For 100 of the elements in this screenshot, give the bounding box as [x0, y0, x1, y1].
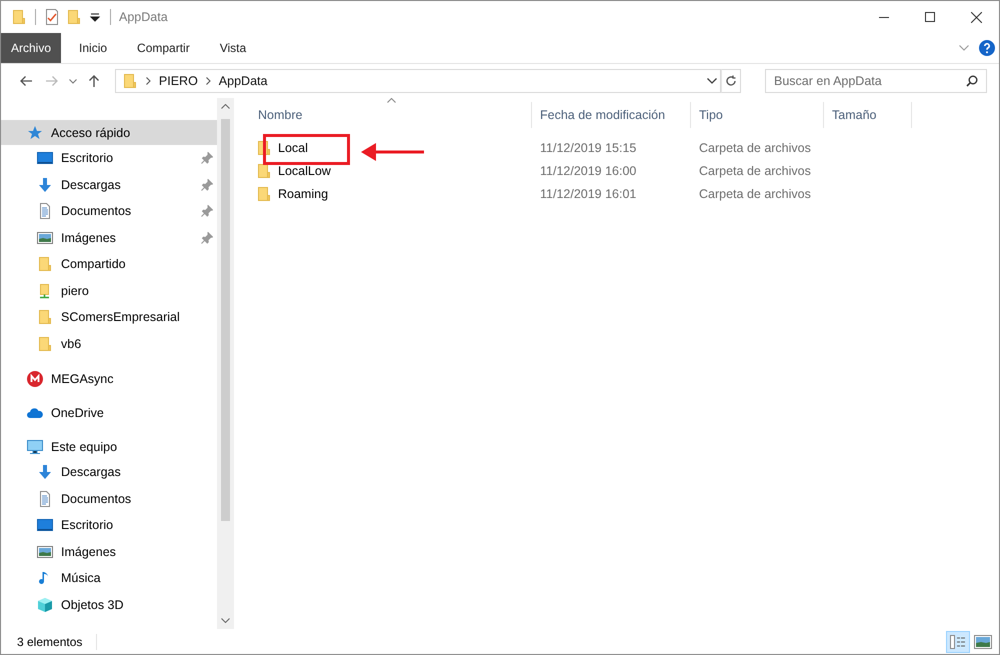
nav-label: Documentos — [61, 204, 132, 218]
nav-item[interactable]: Documentos — [1, 198, 217, 224]
window-title: AppData — [119, 10, 168, 24]
file-name: LocalLow — [278, 164, 331, 178]
nav-item[interactable]: Escritorio — [1, 512, 217, 538]
nav-label: Imágenes — [61, 544, 116, 559]
chevron-icon — [206, 77, 211, 85]
column-label: Tamaño — [832, 108, 876, 122]
nav-item[interactable]: Este equipo — [1, 434, 217, 459]
picture-icon — [37, 230, 53, 246]
date-cell-text: 11/12/2019 16:01 — [539, 186, 638, 200]
document-icon — [37, 490, 53, 507]
chevron-icon — [146, 77, 151, 85]
file-row[interactable]: Local 11/12/2019 15:15 Carpeta de archivos — [250, 136, 999, 159]
file-row[interactable]: LocalLow 11/12/2019 16:00 Carpeta de archivos — [250, 159, 999, 182]
type-cell-text: Carpeta de archivos — [698, 164, 812, 178]
type-cell-text: Carpeta de archivos — [698, 140, 812, 154]
nav-label: Acceso rápido — [51, 126, 130, 140]
folder-icon — [11, 9, 27, 25]
toolbar-button[interactable] — [44, 9, 60, 25]
nav-item[interactable]: Imágenes — [1, 538, 217, 565]
nav-label: SComersEmpresarial — [61, 310, 180, 324]
file-tab[interactable]: Archivo — [1, 33, 62, 63]
monitor-icon — [27, 438, 43, 454]
nav-item[interactable]: OneDrive — [1, 400, 217, 425]
item-count: 3 elementos — [17, 634, 82, 648]
sort-caret-icon — [386, 98, 396, 103]
nav-item[interactable]: Compartido — [1, 251, 217, 278]
nav-item[interactable]: Documentos — [1, 486, 217, 512]
column-label: Fecha de modificación — [540, 108, 666, 122]
type-cell-text: Carpeta de archivos — [698, 186, 812, 200]
folder-icon — [256, 186, 272, 202]
down-arrow-icon — [37, 176, 53, 193]
ribbon-tab[interactable]: Inicio — [67, 33, 120, 63]
date-cell-text: 11/12/2019 16:00 — [539, 164, 638, 178]
folder-icon — [122, 73, 138, 89]
refresh-button[interactable] — [721, 69, 741, 93]
nav-item[interactable]: MEGAsync — [1, 366, 217, 391]
down-arrow-icon — [37, 464, 53, 480]
nav-label: OneDrive — [51, 406, 104, 420]
nav-item[interactable]: piero — [1, 278, 217, 304]
nav-item[interactable]: Objetos 3D — [1, 592, 217, 618]
column-label: Nombre — [258, 108, 302, 122]
folder-icon — [37, 256, 53, 272]
nav-label: Imágenes — [61, 230, 116, 245]
nav-label: Este equipo — [51, 440, 118, 454]
desktop-icon — [37, 150, 53, 166]
nav-label: Objetos 3D — [61, 598, 124, 612]
recent-locations-button[interactable] — [66, 78, 79, 84]
folder-icon — [66, 9, 82, 25]
picture-icon — [37, 544, 53, 560]
column-header[interactable]: Fecha de modificación — [532, 102, 691, 128]
nav-label: Descargas — [61, 178, 121, 192]
column-header[interactable]: Tipo — [691, 102, 824, 128]
date-cell-text: 11/12/2019 15:15 — [539, 140, 638, 154]
star-icon — [27, 124, 43, 140]
nav-item[interactable]: Acceso rápido — [1, 120, 217, 145]
column-header[interactable]: Tamaño — [824, 102, 912, 128]
nav-item[interactable]: Descargas — [1, 459, 217, 486]
maximize-icon — [925, 12, 935, 22]
refresh-icon — [725, 75, 738, 87]
arrow-annotation — [360, 142, 426, 162]
nav-label: Documentos — [61, 492, 132, 506]
document-icon — [37, 203, 53, 220]
nav-item[interactable]: Escritorio — [1, 145, 217, 172]
nav-item[interactable]: Imágenes — [1, 224, 217, 251]
file-name: Local — [278, 140, 308, 154]
file-name: Roaming — [278, 186, 328, 200]
nav-item[interactable]: Música — [1, 565, 217, 592]
nav-label: Escritorio — [61, 518, 114, 532]
breadcrumb[interactable]: PIERO — [158, 74, 198, 88]
dropdown-icon[interactable] — [707, 78, 718, 84]
nav-label: Descargas — [61, 465, 121, 480]
cube-icon — [37, 596, 53, 613]
nav-item[interactable]: vb6 — [1, 330, 217, 357]
help-icon[interactable] — [979, 40, 995, 56]
column-header[interactable]: Nombre — [250, 102, 532, 128]
folder-icon — [256, 162, 272, 178]
breadcrumb[interactable]: AppData — [218, 74, 268, 88]
expand-ribbon-icon[interactable] — [959, 45, 969, 51]
file-row[interactable]: Roaming 11/12/2019 16:01 Carpeta de archivos — [250, 182, 999, 205]
ribbon-tab[interactable]: Vista — [208, 33, 258, 63]
scroll-up-icon[interactable] — [221, 104, 230, 109]
folder-icon — [37, 309, 53, 326]
ribbon-tab[interactable]: Compartir — [125, 33, 202, 63]
nav-label: Escritorio — [61, 151, 114, 166]
search-field[interactable]: Buscar en AppData — [765, 69, 987, 93]
scrollbar[interactable] — [217, 98, 234, 629]
details-view-button[interactable] — [946, 630, 970, 652]
pin-icon — [201, 232, 213, 244]
nav-label: vb6 — [61, 336, 82, 351]
checklist-icon — [44, 9, 60, 25]
nav-item[interactable]: Descargas — [1, 172, 217, 198]
column-label: Tipo — [699, 108, 723, 122]
folder-icon — [37, 336, 53, 352]
desktop-icon — [37, 517, 53, 534]
address-field[interactable]: PIERO AppData — [114, 69, 722, 93]
scroll-down-icon[interactable] — [221, 618, 230, 623]
nav-item[interactable]: SComersEmpresarial — [1, 304, 217, 330]
nav-label: MEGAsync — [51, 372, 114, 386]
